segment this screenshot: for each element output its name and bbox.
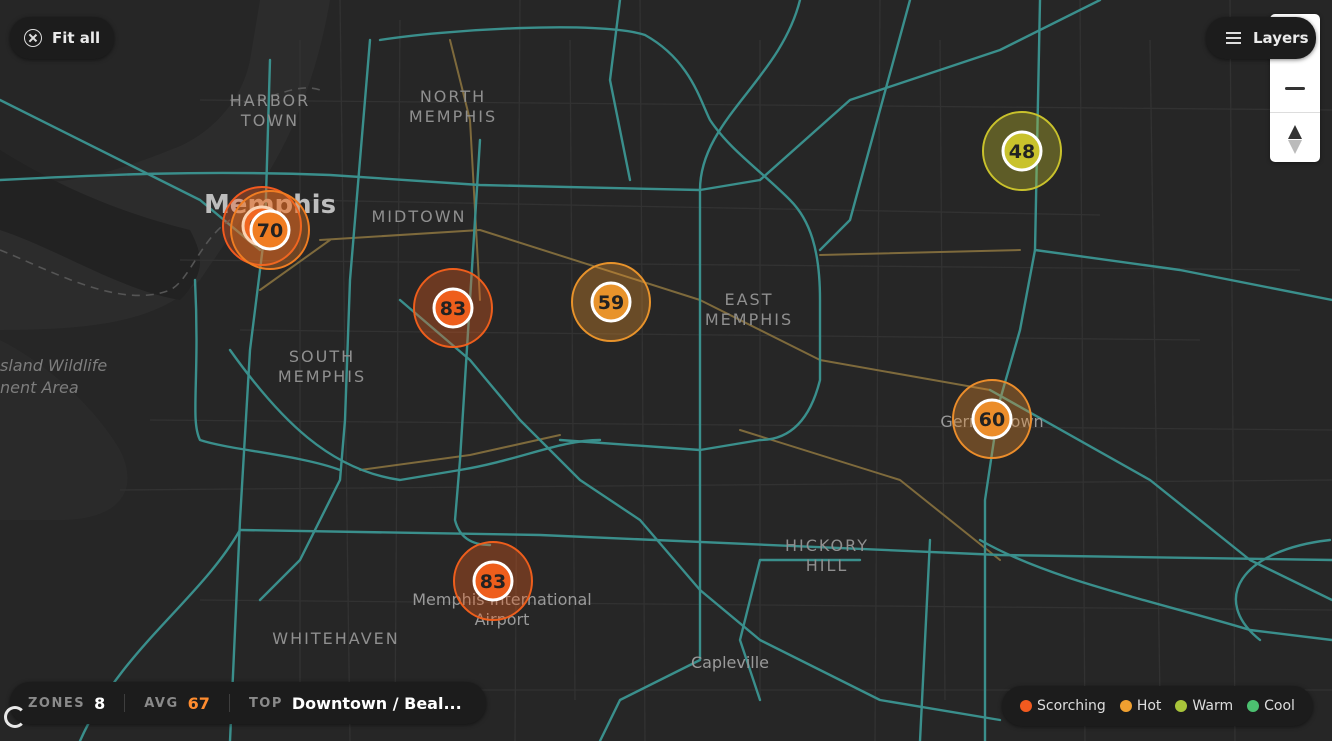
legend-item-warm: Warm (1175, 698, 1233, 714)
divider (228, 694, 230, 712)
legend-item-cool: Cool (1247, 698, 1295, 714)
heat-marker-hot[interactable]: 60 (952, 379, 1032, 459)
place-label: MEMPHIS (278, 367, 366, 386)
divider (124, 694, 126, 712)
place-label: NORTH (420, 87, 486, 106)
heat-marker-scorching[interactable]: 83 (453, 541, 533, 621)
place-label: MIDTOWN (372, 207, 467, 226)
legend-dot (1119, 700, 1132, 712)
zones-value: 8 (94, 693, 106, 713)
legend-label: Hot (1136, 698, 1162, 714)
top-label: TOP (248, 695, 283, 711)
compass-south-icon (1288, 140, 1302, 154)
legend-dot (1020, 700, 1032, 712)
map-canvas[interactable]: HARBOR TOWN NORTH MEMPHIS MIDTOWN EAST M… (0, 0, 1332, 741)
marker-value: 70 (257, 220, 283, 242)
legend-label: Scorching (1037, 698, 1106, 714)
marker-value: 59 (598, 292, 624, 314)
top-zone-value[interactable]: Downtown / Beal... (292, 694, 462, 713)
place-label: EAST (725, 290, 774, 309)
avg-value: 67 (187, 693, 210, 713)
place-label: Capleville (691, 653, 769, 672)
heat-marker-hot[interactable]: 59 (571, 262, 651, 342)
park-label: nent Area (0, 378, 79, 397)
legend-dot (1247, 700, 1260, 712)
heat-marker-hot[interactable]: 70 (230, 190, 310, 270)
legend-label: Cool (1264, 698, 1295, 714)
heat-legend: Scorching Hot Warm Cool (1002, 686, 1313, 726)
place-label: WHITEHAVEN (272, 629, 399, 648)
place-label: MEMPHIS (705, 310, 793, 329)
place-label: HICKORY (785, 536, 869, 555)
close-circle-icon (24, 29, 42, 47)
legend-item-scorching: Scorching (1020, 698, 1106, 714)
place-label: TOWN (240, 111, 299, 130)
heat-marker-warm[interactable]: 48 (982, 111, 1062, 191)
park-label: sland Wildlife (0, 356, 107, 375)
zones-label: ZONES (28, 695, 86, 711)
legend-dot (1175, 700, 1188, 712)
marker-value: 83 (480, 571, 506, 593)
compass-north-icon (1288, 125, 1302, 139)
heat-marker-scorching[interactable]: 83 (413, 268, 493, 348)
marker-value: 60 (979, 409, 1005, 431)
fit-all-button[interactable]: Fit all (10, 17, 115, 59)
legend-label: Warm (1192, 698, 1234, 714)
fit-all-label: Fit all (52, 29, 101, 47)
compass-button[interactable] (1270, 113, 1320, 162)
menu-icon (1226, 32, 1241, 44)
layers-label: Layers (1253, 29, 1309, 47)
place-label: MEMPHIS (409, 107, 497, 126)
layers-button[interactable]: Layers (1206, 17, 1316, 59)
place-label: HILL (806, 556, 849, 575)
legend-item-hot: Hot (1119, 698, 1162, 714)
zoom-out-button[interactable] (1270, 63, 1320, 113)
brand-logo-icon (4, 706, 26, 728)
marker-value: 48 (1009, 141, 1035, 163)
avg-label: AVG (144, 695, 179, 711)
stats-bar: ZONES 8 AVG 67 TOP Downtown / Beal... (10, 682, 486, 724)
place-label: SOUTH (289, 347, 355, 366)
marker-value: 83 (440, 298, 466, 320)
place-label: HARBOR (230, 91, 311, 110)
